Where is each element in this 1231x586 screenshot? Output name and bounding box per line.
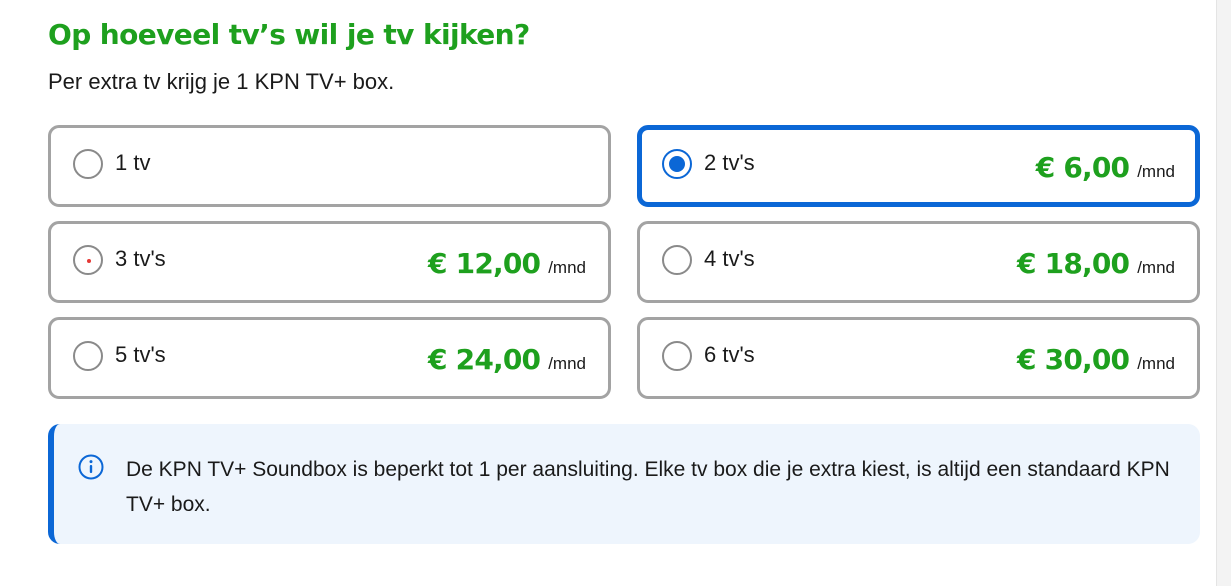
option-label: 5 tv's	[115, 342, 166, 367]
price-unit: /mnd	[1137, 353, 1175, 373]
radio-button[interactable]	[662, 245, 692, 275]
page-scrollbar[interactable]	[1216, 0, 1231, 586]
price-amount: € 30,00	[1017, 342, 1130, 376]
option-1-tv[interactable]: 1 tv	[48, 125, 611, 207]
option-label: 6 tv's	[704, 342, 755, 367]
option-price: € 30,00 /mnd	[1017, 343, 1175, 376]
radio-button[interactable]	[73, 245, 103, 275]
info-text: De KPN TV+ Soundbox is beperkt tot 1 per…	[126, 458, 1170, 516]
option-4-tvs[interactable]: 4 tv's € 18,00 /mnd	[637, 221, 1200, 303]
option-3-tvs[interactable]: 3 tv's € 12,00 /mnd	[48, 221, 611, 303]
price-amount: € 12,00	[428, 246, 541, 280]
option-label: 2 tv's	[704, 150, 755, 175]
option-label: 3 tv's	[115, 246, 166, 271]
price-unit: /mnd	[1137, 161, 1175, 181]
info-notice: De KPN TV+ Soundbox is beperkt tot 1 per…	[48, 424, 1200, 544]
price-amount: € 6,00	[1035, 150, 1130, 184]
cursor-dot	[87, 259, 91, 263]
price-unit: /mnd	[1137, 257, 1175, 277]
price-unit: /mnd	[548, 257, 586, 277]
option-5-tvs[interactable]: 5 tv's € 24,00 /mnd	[48, 317, 611, 399]
tv-count-options: 1 tv 2 tv's € 6,00 /mnd 3 tv's € 12,00 /…	[48, 125, 1200, 399]
price-amount: € 24,00	[428, 342, 541, 376]
price-unit: /mnd	[548, 353, 586, 373]
radio-button[interactable]	[662, 341, 692, 371]
option-6-tvs[interactable]: 6 tv's € 30,00 /mnd	[637, 317, 1200, 399]
option-price: € 18,00 /mnd	[1017, 247, 1175, 280]
option-label: 4 tv's	[704, 246, 755, 271]
subtitle: Per extra tv krijg je 1 KPN TV+ box.	[48, 69, 395, 94]
radio-button[interactable]	[73, 341, 103, 371]
price-amount: € 18,00	[1017, 246, 1130, 280]
radio-button-selected[interactable]	[662, 149, 692, 179]
page-title: Op hoeveel tv’s wil je tv kijken?	[48, 18, 530, 51]
option-price: € 6,00 /mnd	[1036, 151, 1175, 184]
option-label: 1 tv	[115, 150, 151, 175]
option-price: € 24,00 /mnd	[428, 343, 586, 376]
radio-button[interactable]	[73, 149, 103, 179]
info-icon	[78, 454, 104, 480]
option-price: € 12,00 /mnd	[428, 247, 586, 280]
option-2-tvs[interactable]: 2 tv's € 6,00 /mnd	[637, 125, 1200, 207]
